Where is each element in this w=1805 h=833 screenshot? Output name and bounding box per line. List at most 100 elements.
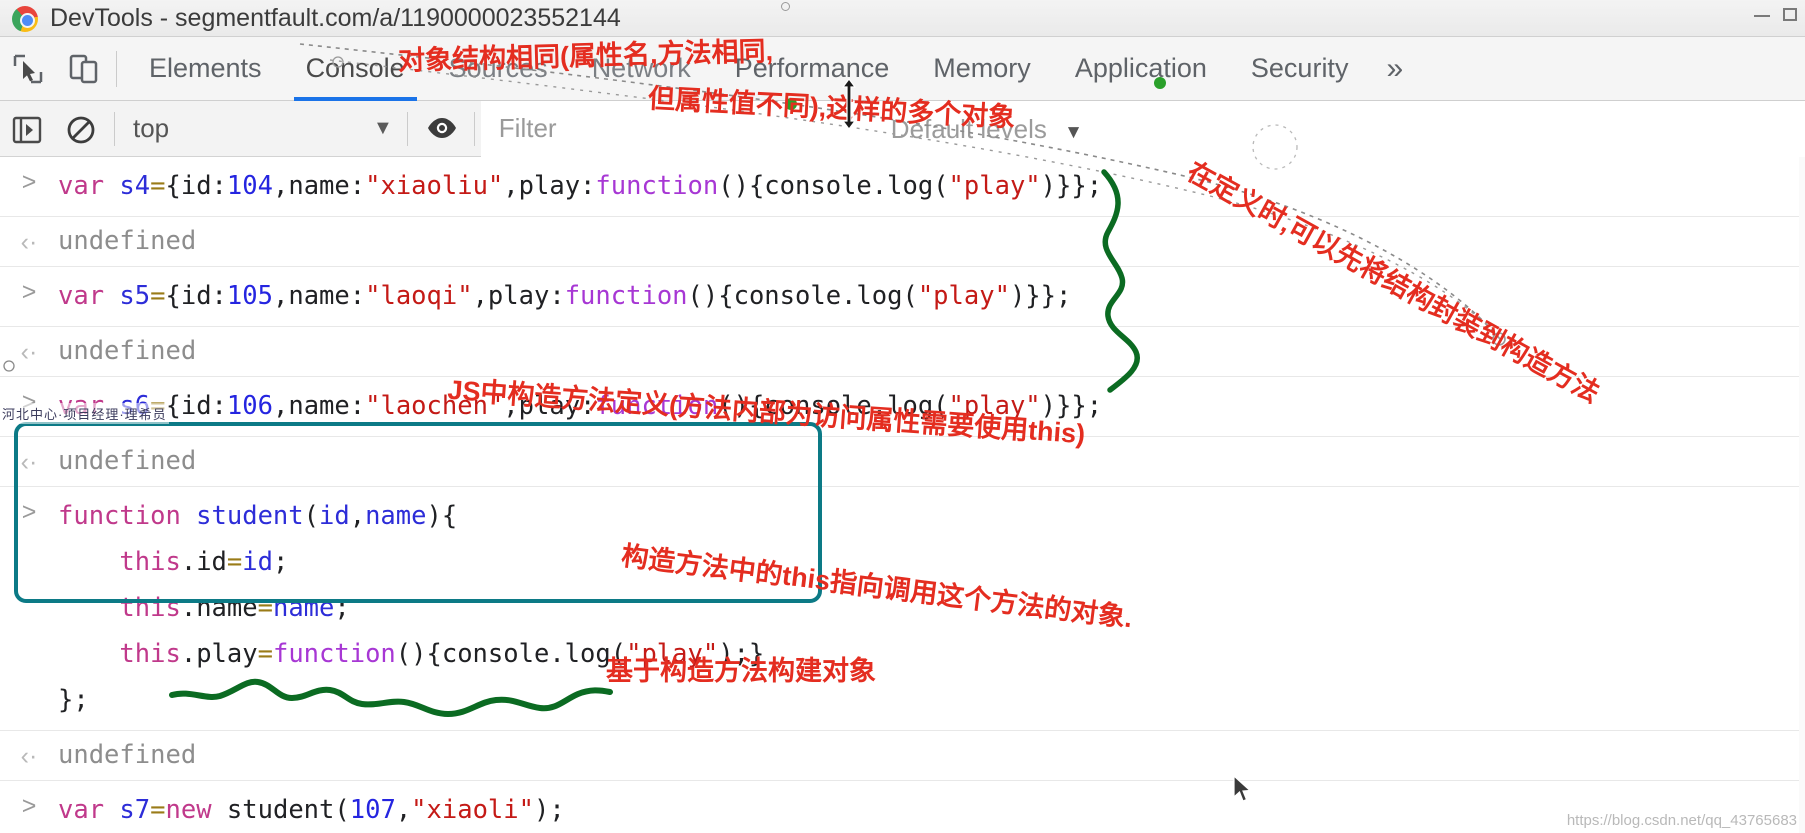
- chrome-logo-icon: [12, 5, 38, 32]
- execution-context-selector[interactable]: top: [133, 113, 373, 144]
- tab-application[interactable]: Application: [1053, 37, 1229, 101]
- log-levels-selector[interactable]: Default levels ▼: [891, 114, 1083, 145]
- code-token: "laochen": [365, 391, 504, 421]
- code-token: ,: [395, 795, 412, 825]
- maximize-button[interactable]: [1779, 4, 1801, 26]
- minimize-button[interactable]: [1751, 4, 1773, 26]
- clear-console-icon[interactable]: [54, 102, 108, 156]
- filter-input[interactable]: [498, 113, 839, 144]
- tab-security[interactable]: Security: [1229, 37, 1371, 101]
- log-levels-label: Default levels: [890, 113, 1047, 144]
- code-token: ,play:: [503, 391, 596, 421]
- console-input-code: var s7=new student(107,"xiaoli");: [58, 787, 565, 833]
- tab-sources[interactable]: Sources: [427, 37, 570, 101]
- mouse-pointer-icon: [1232, 774, 1254, 810]
- code-line: this.play=function(){console.log("play")…: [58, 631, 764, 677]
- code-token: this: [119, 547, 181, 577]
- toolbar-divider-3: [406, 111, 408, 146]
- code-token: =: [150, 795, 166, 825]
- device-toolbar-icon[interactable]: [56, 41, 112, 97]
- filter-container: Default levels ▼: [480, 100, 1805, 157]
- code-token: var: [58, 795, 120, 825]
- tab-elements[interactable]: Elements: [127, 37, 284, 101]
- console-input-row[interactable]: >var s6={id:106,name:"laochen",play:func…: [0, 377, 1805, 437]
- code-token: id: [319, 501, 350, 531]
- response-marker-icon: ‹·: [20, 338, 38, 366]
- toolbar-divider: [116, 50, 117, 87]
- code-line: this.name=name;: [58, 585, 764, 631]
- console-scrollbar[interactable]: [1799, 157, 1805, 833]
- code-line: this.id=id;: [58, 539, 764, 585]
- code-token: "laoqi": [365, 281, 473, 311]
- response-marker-icon: ‹·: [20, 228, 38, 256]
- code-token: function: [595, 391, 719, 421]
- prompt-marker-icon: >: [21, 498, 37, 526]
- console-response-row[interactable]: ‹· undefined: [0, 731, 1805, 781]
- code-token: 106: [226, 391, 273, 421]
- code-token: (){console.log(: [687, 281, 918, 311]
- console-response-text: undefined: [58, 336, 197, 366]
- live-expression-eye-icon[interactable]: [414, 102, 468, 156]
- console-message-list[interactable]: > var s4={id:104,name:"xiaoliu",play:func…: [0, 157, 1805, 833]
- tab-performance[interactable]: Performance: [713, 37, 912, 101]
- more-tabs-icon[interactable]: »: [1370, 52, 1419, 86]
- console-input-row[interactable]: > var s4={id:104,name:"xiaoliu",play:func…: [0, 157, 1805, 217]
- show-console-sidebar-icon[interactable]: [0, 102, 54, 156]
- code-token: s7: [119, 795, 151, 825]
- watermark-left: 河北中心·项目经理·理希员: [0, 403, 169, 424]
- code-token: s5: [119, 281, 151, 311]
- console-response-row[interactable]: ‹· undefined: [0, 437, 1805, 487]
- code-token: .play: [180, 639, 258, 669]
- response-marker-icon: ‹·: [20, 742, 38, 770]
- code-token: };: [58, 685, 89, 715]
- code-token: function: [595, 171, 719, 201]
- code-token: new: [165, 795, 227, 825]
- devtools-window: DevTools - segmentfault.com/a/1190000023…: [0, 0, 1805, 833]
- code-token: (){console.log(: [718, 171, 949, 201]
- code-token: ,: [349, 501, 366, 531]
- tab-console[interactable]: Console: [284, 37, 427, 101]
- code-token: 107: [349, 795, 396, 825]
- console-input-row[interactable]: > var s7=new student(107,"xiaoli");: [0, 781, 1805, 833]
- toolbar-divider-4: [473, 111, 475, 146]
- console-input-code-block: function student(id,name){ this.id=id; t…: [58, 493, 764, 723]
- code-token: )}};: [1009, 281, 1072, 311]
- chevron-down-icon-levels: ▼: [1064, 121, 1083, 143]
- console-response-text: undefined: [58, 446, 197, 476]
- console-response-text: undefined: [58, 740, 197, 770]
- code-token: id: [242, 547, 273, 577]
- console-input-code: var s5={id:105,name:"laoqi",play:functio…: [58, 273, 1071, 319]
- code-token: .name: [180, 593, 258, 623]
- code-token: ;: [334, 593, 350, 623]
- code-token: "play": [917, 281, 1010, 311]
- code-token: function: [272, 639, 396, 669]
- inspect-element-icon[interactable]: [0, 41, 56, 97]
- prompt-marker-icon: >: [21, 168, 37, 196]
- tab-network[interactable]: Network: [570, 37, 713, 101]
- console-response-row[interactable]: ‹· undefined: [0, 327, 1805, 377]
- code-token: (){console.log(: [395, 639, 627, 669]
- code-token: student: [226, 795, 335, 825]
- code-token: "play": [948, 391, 1041, 421]
- code-token: var: [58, 281, 120, 311]
- vertical-resize-cursor-icon: [838, 78, 860, 135]
- console-input-row[interactable]: > var s5={id:105,name:"laoqi",play:functi…: [0, 267, 1805, 327]
- code-token: )}};: [1040, 391, 1103, 421]
- code-token: name: [365, 501, 427, 531]
- chevron-down-icon[interactable]: ▼: [373, 117, 393, 140]
- response-marker-icon: ‹·: [20, 448, 38, 476]
- code-token: (){console.log(: [718, 391, 949, 421]
- code-token: ){: [426, 501, 458, 531]
- tab-memory[interactable]: Memory: [911, 37, 1053, 101]
- code-token: name: [272, 593, 335, 623]
- code-token: "xiaoli": [411, 795, 534, 825]
- watermark-right: https://blog.csdn.net/qq_43765683: [1566, 812, 1797, 829]
- console-response-row[interactable]: ‹· undefined: [0, 217, 1805, 267]
- code-token: student: [196, 501, 304, 531]
- code-token: {id:: [165, 281, 227, 311]
- console-input-row[interactable]: > function student(id,name){ this.id=id; …: [0, 487, 1805, 731]
- code-token: ,name:: [272, 391, 366, 421]
